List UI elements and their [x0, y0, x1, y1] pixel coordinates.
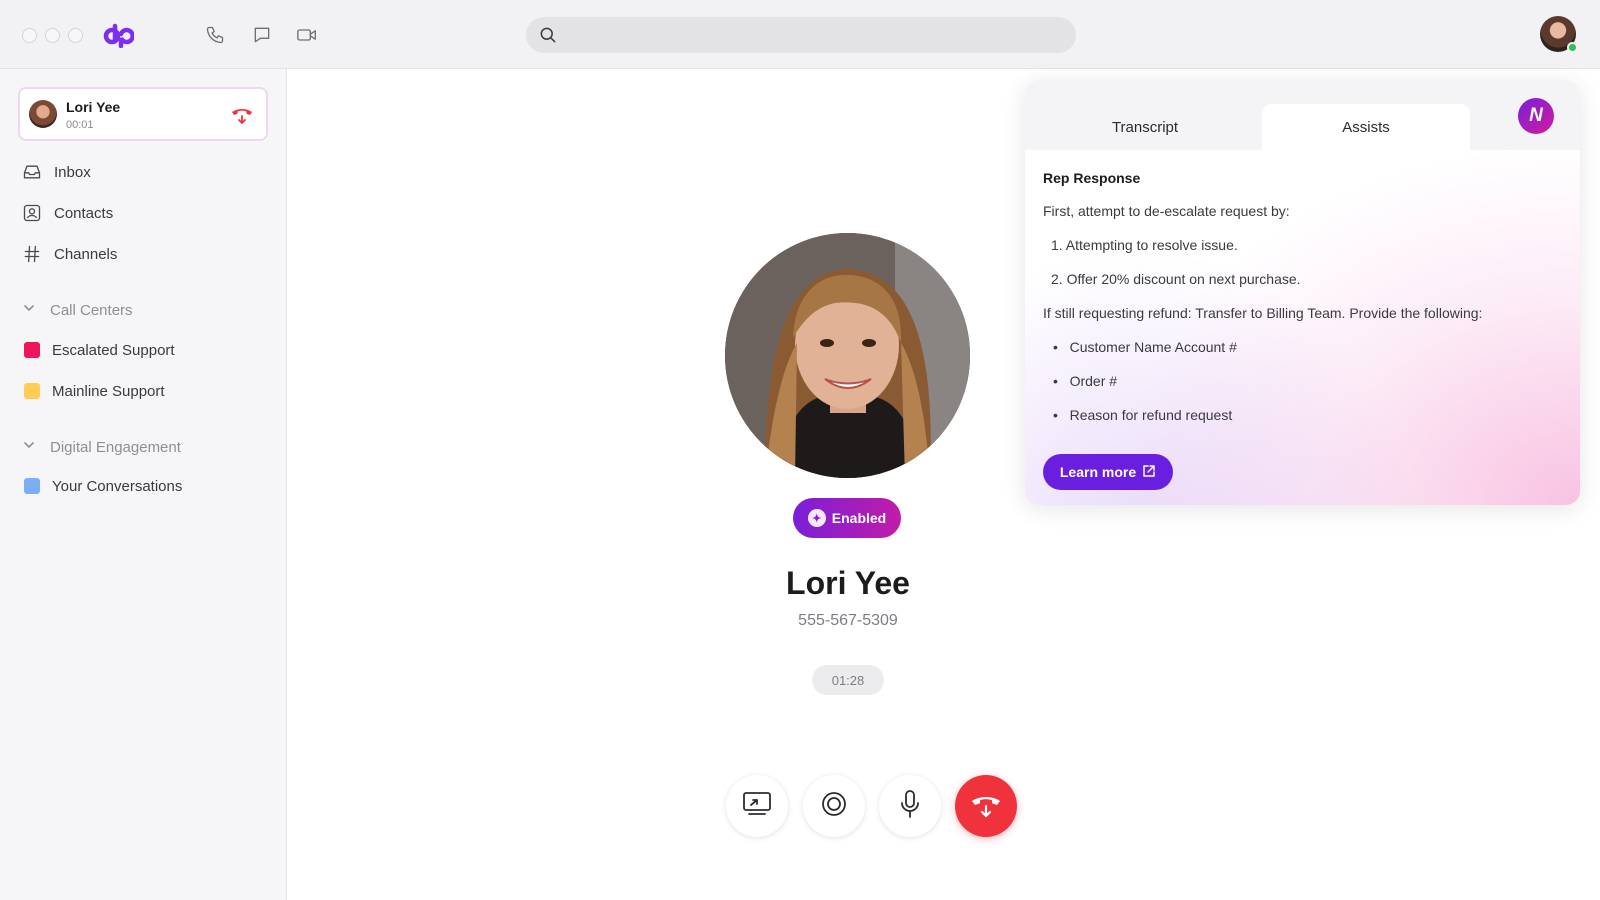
sidebar-item-mainline-support[interactable]: Mainline Support	[22, 379, 165, 403]
bullet-glyph: •	[1053, 407, 1058, 423]
mute-button[interactable]	[879, 775, 941, 837]
bullet-text: Reason for refund request	[1069, 407, 1233, 423]
chevron-down-icon	[22, 438, 36, 456]
assist-intro: First, attempt to de-escalate request by…	[1043, 203, 1290, 219]
tab-assists[interactable]: Assists	[1262, 104, 1470, 150]
bullet-glyph: •	[1053, 373, 1058, 389]
sidebar-item-contacts[interactable]: Contacts	[22, 201, 113, 225]
assist-step: 2. Offer 20% discount on next purchase.	[1051, 271, 1301, 287]
active-call-card[interactable]: Lori Yee 00:01	[18, 87, 268, 141]
section-label: Call Centers	[50, 301, 133, 319]
share-screen-button[interactable]	[726, 775, 788, 837]
assist-bullet: • Customer Name Account #	[1053, 339, 1237, 355]
inbox-icon	[22, 162, 42, 182]
tab-transcript[interactable]: Transcript	[1025, 104, 1265, 150]
learn-more-button[interactable]: Learn more	[1043, 454, 1173, 490]
sidebar-item-label: Inbox	[54, 163, 91, 181]
user-avatar[interactable]	[1540, 16, 1578, 53]
ai-enabled-badge[interactable]: ✦ Enabled	[793, 498, 901, 538]
active-call-time: 00:01	[66, 119, 94, 131]
contacts-icon	[22, 203, 42, 223]
close-window-button[interactable]	[22, 28, 37, 43]
search-input[interactable]	[566, 17, 1066, 53]
top-bar	[0, 0, 1600, 69]
assist-bullet: • Order #	[1053, 373, 1117, 389]
ai-sparkle-icon: ✦	[807, 509, 826, 527]
app-window: Lori Yee 00:01 Inbox Contacts Channels C…	[0, 0, 1600, 900]
caller-phone: 555-567-5309	[798, 612, 898, 629]
sidebar-item-label: Mainline Support	[52, 382, 165, 400]
record-icon	[820, 790, 848, 823]
sidebar: Lori Yee 00:01 Inbox Contacts Channels C…	[0, 69, 287, 900]
assist-step: 1. Attempting to resolve issue.	[1051, 237, 1238, 253]
active-call-name: Lori Yee	[66, 99, 121, 115]
assist-bullet: • Reason for refund request	[1053, 407, 1232, 423]
color-swatch	[24, 383, 40, 399]
external-link-icon	[1142, 464, 1156, 481]
window-controls	[22, 28, 83, 43]
end-call-button[interactable]	[955, 775, 1017, 837]
caller-photo	[725, 233, 970, 478]
section-digital-engagement[interactable]: Digital Engagement	[22, 435, 181, 459]
ai-assistant-icon[interactable]: N	[1518, 98, 1554, 134]
sidebar-item-label: Channels	[54, 245, 118, 263]
record-button[interactable]	[803, 775, 865, 837]
section-call-centers[interactable]: Call Centers	[22, 298, 133, 322]
hangup-icon[interactable]	[230, 103, 254, 125]
color-swatch	[24, 342, 40, 358]
panel-tabs: Transcript Assists N	[1025, 80, 1580, 150]
chevron-down-icon	[22, 301, 36, 319]
call-duration: 01:28	[812, 665, 884, 695]
section-label: Digital Engagement	[50, 438, 181, 456]
caller-avatar	[29, 100, 57, 128]
hangup-icon	[969, 789, 1003, 824]
bullet-text: Order #	[1069, 373, 1118, 389]
assist-title: Rep Response	[1043, 170, 1141, 186]
video-icon[interactable]	[294, 22, 320, 48]
color-swatch	[24, 478, 40, 494]
sidebar-item-label: Contacts	[54, 204, 114, 222]
sidebar-item-escalated-support[interactable]: Escalated Support	[22, 338, 175, 362]
sidebar-item-your-conversations[interactable]: Your Conversations	[22, 474, 182, 498]
learn-more-label: Learn more	[1059, 464, 1137, 480]
caller-name: Lori Yee	[786, 565, 910, 601]
microphone-icon	[898, 789, 922, 824]
badge-label: Enabled	[831, 510, 887, 526]
bullet-text: Customer Name Account #	[1069, 339, 1237, 355]
search-icon	[538, 25, 558, 50]
sidebar-item-inbox[interactable]: Inbox	[22, 160, 91, 184]
search-bar[interactable]	[526, 17, 1076, 53]
sidebar-item-channels[interactable]: Channels	[22, 242, 117, 266]
assist-refund-note: If still requesting refund: Transfer to …	[1043, 305, 1483, 321]
channels-icon	[22, 244, 42, 264]
sidebar-item-label: Your Conversations	[52, 477, 183, 495]
dialpad-logo-icon	[102, 22, 135, 49]
online-status-dot	[1567, 42, 1578, 53]
message-icon[interactable]	[249, 22, 275, 48]
sidebar-item-label: Escalated Support	[52, 341, 175, 359]
minimize-window-button[interactable]	[45, 28, 60, 43]
bullet-glyph: •	[1053, 339, 1058, 355]
share-screen-icon	[742, 791, 772, 822]
phone-icon[interactable]	[202, 22, 228, 48]
assist-panel: Transcript Assists N Rep Response First,…	[1025, 80, 1580, 505]
maximize-window-button[interactable]	[68, 28, 83, 43]
